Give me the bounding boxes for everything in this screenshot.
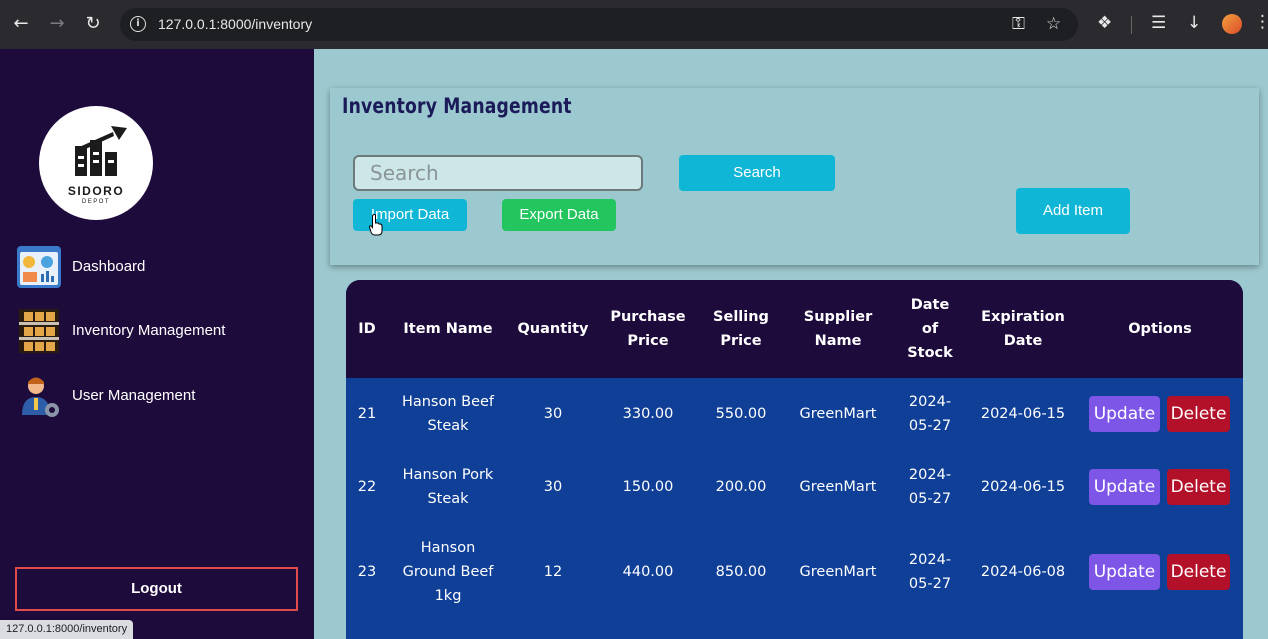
column-header-quantity: Quantity	[517, 321, 589, 337]
address-url[interactable]: 127.0.0.1:8000/inventory	[158, 16, 312, 32]
cell-date-of-stock: 2024-05-27	[908, 394, 952, 434]
column-header-selling-price: Selling Price	[713, 309, 769, 349]
bookmark-star-icon[interactable]: ☆	[1046, 14, 1061, 34]
toolbar-divider	[1131, 16, 1132, 34]
cell-selling-price: 200.00	[715, 479, 767, 495]
password-key-icon[interactable]: ⚿	[1012, 14, 1025, 34]
column-header-supplier-name: Supplier Name	[803, 309, 873, 349]
column-header-expiration-date: Expiration Date	[981, 309, 1065, 349]
cell-purchase-price: 440.00	[622, 564, 674, 580]
add-item-button[interactable]: Add Item	[1016, 188, 1130, 234]
table-header: ID Item Name Quantity Purchase Price Sel…	[346, 280, 1243, 378]
forward-arrow-icon[interactable]: →	[46, 12, 68, 36]
cell-supplier: GreenMart	[799, 564, 877, 580]
cell-purchase-price: 330.00	[622, 406, 674, 422]
logo-tagline: DEPOT	[81, 199, 111, 205]
cell-date-of-stock: 2024-05-27	[908, 467, 952, 507]
media-queue-icon[interactable]: ☰	[1151, 13, 1166, 33]
delete-button[interactable]: Delete	[1167, 554, 1230, 590]
cell-purchase-price: 150.00	[622, 479, 674, 495]
user-gear-icon	[22, 377, 59, 417]
column-header-date-of-stock: Date of Stock	[907, 297, 953, 361]
cell-id: 23	[357, 564, 377, 580]
cell-expiration: 2024-06-08	[980, 564, 1066, 580]
inventory-shelf-icon	[19, 309, 59, 353]
sidebar-item-label: User Management	[72, 387, 196, 404]
cell-quantity: 30	[543, 406, 563, 422]
sidebar-item-dashboard[interactable]: Dashboard	[16, 244, 306, 292]
extensions-puzzle-icon[interactable]: ❖	[1097, 13, 1112, 33]
search-input[interactable]	[353, 155, 643, 191]
column-header-id: ID	[358, 321, 376, 337]
sidebar: SIDORO DEPOT Dashboard Inventory Managem…	[0, 49, 314, 639]
update-button[interactable]: Update	[1089, 469, 1160, 505]
dashboard-icon	[17, 246, 61, 288]
toolbar-card: Inventory Management Search Import Data …	[330, 88, 1259, 265]
browser-toolbar: ← → ↻ i 127.0.0.1:8000/inventory ⚿ ☆ ❖ ☰…	[0, 0, 1268, 49]
delete-button[interactable]: Delete	[1167, 396, 1230, 432]
cell-item-name: Hanson Pork Steak	[402, 467, 494, 507]
cell-id: 21	[357, 406, 377, 422]
column-header-purchase-price: Purchase Price	[610, 309, 686, 349]
search-button[interactable]: Search	[679, 155, 835, 191]
cell-selling-price: 550.00	[715, 406, 767, 422]
hand-cursor-icon	[369, 214, 383, 236]
logo-building-icon	[75, 126, 127, 176]
back-arrow-icon[interactable]: ←	[10, 12, 32, 36]
site-info-icon[interactable]: i	[130, 16, 146, 32]
cell-supplier: GreenMart	[799, 479, 877, 495]
download-icon[interactable]: ↓	[1187, 13, 1201, 33]
logout-button[interactable]: Logout	[15, 567, 298, 611]
export-data-button[interactable]: Export Data	[502, 199, 616, 231]
reload-icon[interactable]: ↻	[82, 12, 104, 36]
sidebar-item-inventory[interactable]: Inventory Management	[16, 308, 306, 356]
link-preview-status: 127.0.0.1:8000/inventory	[0, 620, 134, 639]
cell-quantity: 30	[543, 479, 563, 495]
cell-item-name: Hanson Beef Steak	[401, 394, 495, 434]
update-button[interactable]: Update	[1089, 554, 1160, 590]
sidebar-item-label: Inventory Management	[72, 322, 226, 339]
page-title: Inventory Management	[342, 94, 572, 118]
cell-item-name: Hanson Ground Beef 1kg	[402, 540, 494, 604]
cell-quantity: 12	[543, 564, 563, 580]
sidebar-item-users[interactable]: User Management	[16, 373, 306, 421]
column-header-item-name: Item Name	[403, 321, 493, 337]
cell-expiration: 2024-06-15	[980, 406, 1066, 422]
column-header-options: Options	[1128, 321, 1192, 337]
cell-id: 22	[357, 479, 377, 495]
logo-name: SIDORO	[67, 184, 125, 198]
cell-selling-price: 850.00	[715, 564, 767, 580]
update-button[interactable]: Update	[1089, 396, 1160, 432]
delete-button[interactable]: Delete	[1167, 469, 1230, 505]
more-menu-icon[interactable]: ⋮	[1254, 12, 1268, 32]
logo: SIDORO DEPOT	[39, 106, 153, 220]
sidebar-item-label: Dashboard	[72, 258, 146, 275]
cell-expiration: 2024-06-15	[980, 479, 1066, 495]
profile-avatar-icon[interactable]	[1222, 14, 1242, 34]
cell-supplier: GreenMart	[799, 406, 877, 422]
cell-date-of-stock: 2024-05-27	[908, 552, 952, 592]
address-bar[interactable]: i 127.0.0.1:8000/inventory ⚿ ☆	[120, 8, 1078, 41]
inventory-table: ID Item Name Quantity Purchase Price Sel…	[346, 280, 1243, 639]
